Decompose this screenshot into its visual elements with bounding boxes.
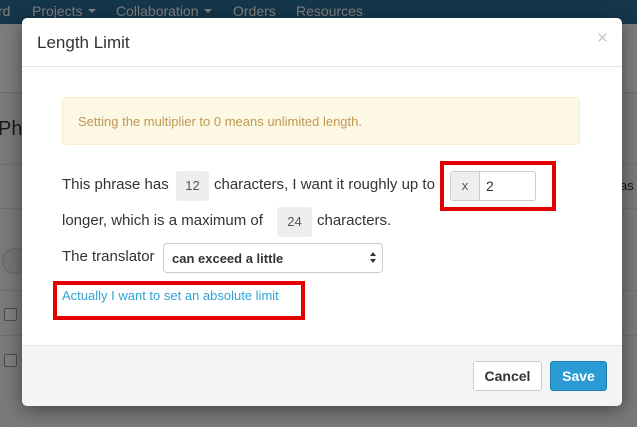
modal-header: Length Limit × [22,18,622,67]
multiplier-input-group: x [450,171,536,201]
line1-prefix: This phrase has [62,176,169,193]
multiplier-input[interactable] [480,172,535,200]
modal-footer: Cancel Save [22,345,622,406]
length-limit-modal: Length Limit × Setting the multiplier to… [22,18,622,406]
multiplier-prefix: x [451,172,480,200]
absolute-limit-link[interactable]: Actually I want to set an absolute limit [62,288,279,303]
line1-middle: characters, I want it roughly up to [214,176,435,193]
translator-label: The translator [62,248,155,265]
phrase-char-count: 12 [176,171,209,201]
select-arrows-icon [370,252,376,264]
cancel-button[interactable]: Cancel [473,361,542,391]
line2-prefix: longer, which is a maximum of [62,212,263,229]
save-button[interactable]: Save [550,361,607,391]
modal-title: Length Limit [37,33,130,52]
translator-select[interactable]: can exceed a little [163,243,383,273]
translator-select-value: can exceed a little [172,251,284,266]
close-icon[interactable]: × [597,29,608,48]
line2-suffix: characters. [317,212,392,229]
max-char-count: 24 [277,207,312,237]
info-alert: Setting the multiplier to 0 means unlimi… [62,97,580,145]
